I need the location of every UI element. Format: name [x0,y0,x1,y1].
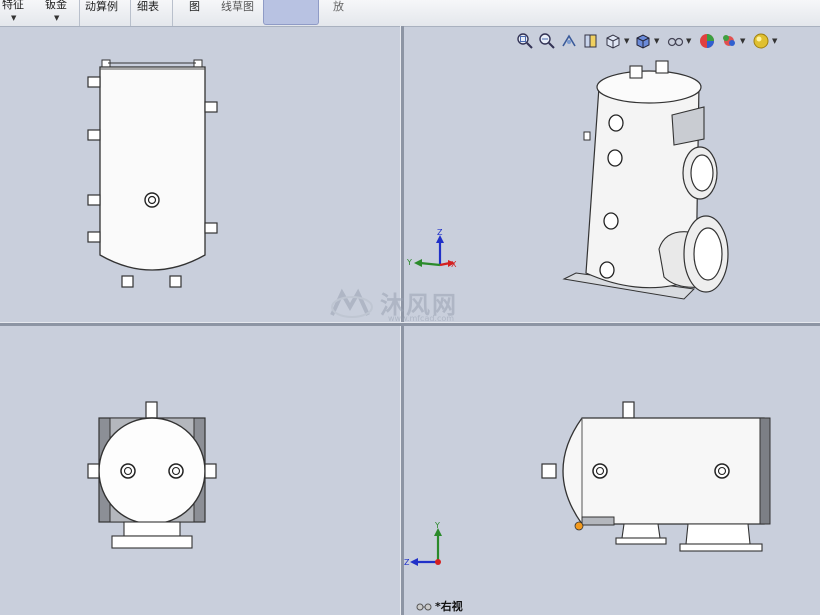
features-dropdown-icon[interactable]: ▼ [11,14,16,22]
triad-z-label: Z [404,558,410,567]
viewport-top-view[interactable] [0,326,400,615]
tank-isometric-view[interactable] [562,60,729,300]
toolbar-separator [79,0,80,26]
triad-x-label: X [451,260,457,269]
toolbar-item-bom[interactable]: 细表 [137,0,159,14]
toolbar-item-sketch[interactable]: 线草图 [221,0,254,14]
viewport-right-view[interactable]: Y Z [404,326,820,615]
selected-toolbar-tab[interactable] [263,0,319,25]
toolbar-item-drawing[interactable]: 图 [189,0,200,14]
toolbar-separator [130,0,131,26]
toolbar-item-features[interactable]: 特征 [2,0,24,12]
sheet-metal-dropdown-icon[interactable]: ▼ [54,14,59,22]
tank-right-view[interactable] [541,401,771,552]
tank-top-view[interactable] [87,401,217,549]
command-manager-toolbar: 特征 ▼ 钣金 ▼ 动算例 细表 图 线草图 放 [0,0,820,27]
view-name-label: *右视 [416,598,463,614]
triad-y-label: Y [434,521,440,530]
toolbar-item-zoom[interactable]: 放 [333,0,344,14]
viewport-front-view[interactable] [0,27,400,322]
triad-right-view: Y Z [404,521,442,567]
toolbar-item-study[interactable]: 动算例 [85,0,118,14]
viewport-isometric-view[interactable]: Z Y X [404,27,820,322]
triad-z-label: Z [437,228,443,237]
toolbar-separator [172,0,173,26]
triad-y-label: Y [406,258,412,267]
triad-isometric: Z Y X [406,228,457,269]
view-glasses-icon [416,603,432,611]
toolbar-item-sheet-metal[interactable]: 钣金 [45,0,67,12]
view-name-text: *右视 [435,600,463,613]
tank-front-view[interactable] [87,59,218,288]
